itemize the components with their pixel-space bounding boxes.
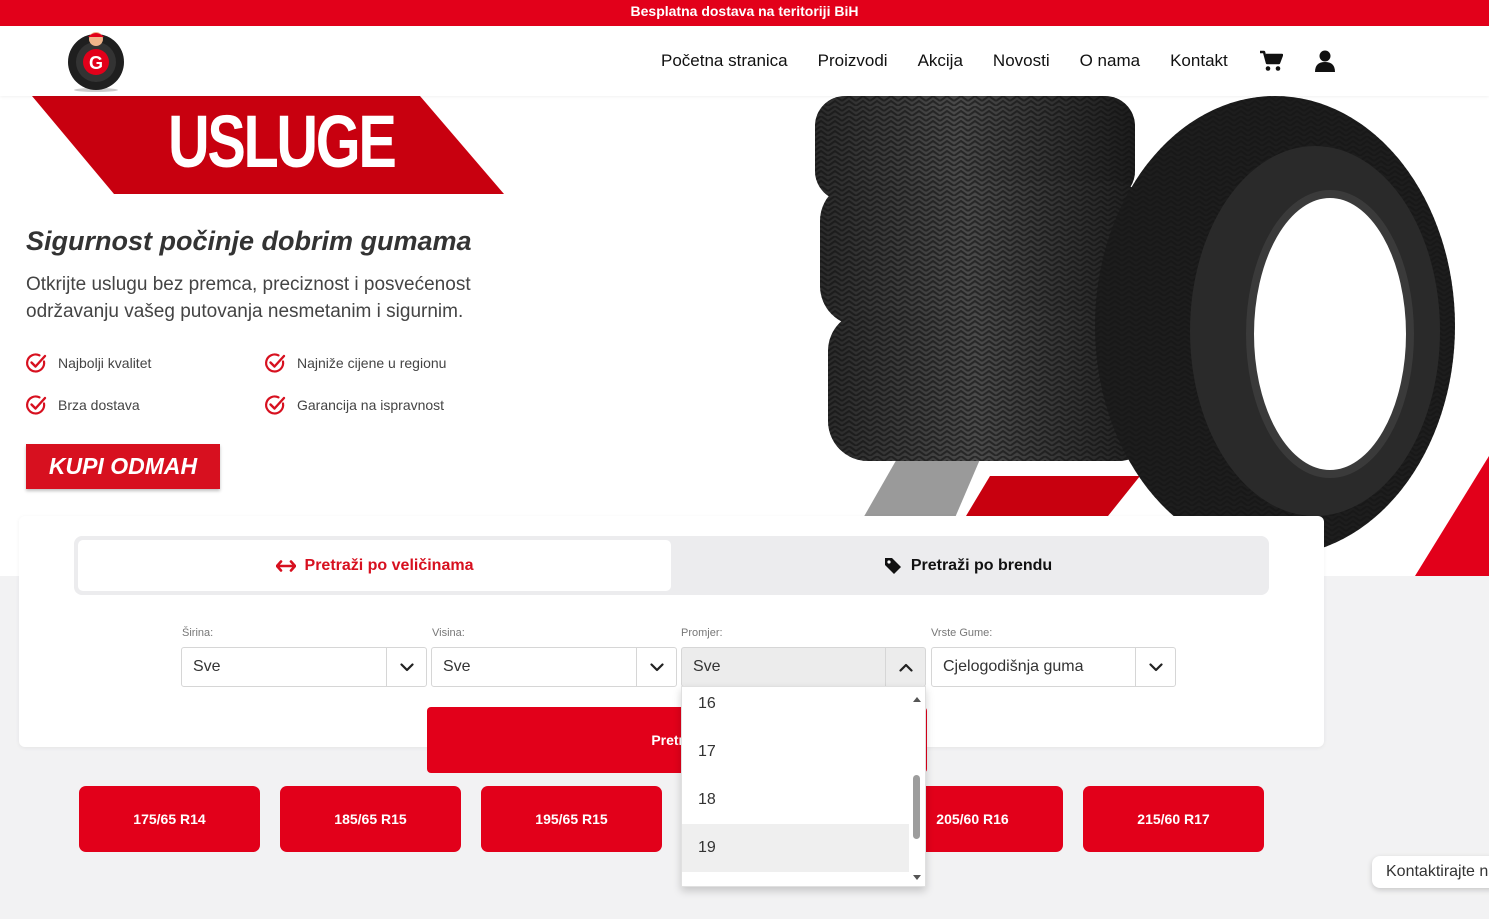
scrollbar-thumb[interactable] — [913, 775, 920, 839]
hero-banner-title: USLUGE — [168, 100, 397, 183]
feature-label: Garancija na ispravnost — [297, 397, 445, 413]
tab-label: Pretraži po brendu — [910, 556, 1053, 574]
feature-label: Najbolji kvalitet — [58, 355, 152, 371]
search-tabs: Pretraži po veličinama Pretraži po brend… — [74, 536, 1269, 595]
select-value: Sve — [693, 658, 721, 675]
hero-title: Sigurnost počinje dobrim gumama — [26, 226, 472, 256]
tab-search-by-size[interactable]: Pretraži po veličinama — [78, 540, 671, 591]
width-select[interactable]: Sve — [181, 647, 427, 687]
select-value: Sve — [193, 658, 221, 675]
chevron-down-icon[interactable] — [386, 648, 426, 686]
feature-item: Garancija na ispravnost — [264, 394, 444, 416]
scroll-down-icon[interactable] — [913, 875, 921, 880]
svg-text:G: G — [89, 53, 103, 73]
nav-proizvodi[interactable]: Proizvodi — [803, 51, 903, 71]
nav-pocetna[interactable]: Početna stranica — [646, 51, 803, 71]
size-chip[interactable]: 185/65 R15 — [280, 786, 461, 852]
nav-novosti[interactable]: Novosti — [978, 51, 1065, 71]
check-circle-icon — [26, 353, 47, 373]
select-value: Cjelogodišnja guma — [943, 658, 1084, 675]
chevron-up-icon[interactable] — [885, 648, 925, 686]
scroll-up-icon[interactable] — [913, 697, 921, 702]
tire-type-label: Vrste Gume: — [931, 627, 993, 639]
nav-akcija[interactable]: Akcija — [903, 51, 978, 71]
site-header: G Početna stranica Proizvodi Akcija Novo… — [0, 26, 1489, 96]
tire-type-select[interactable]: Cjelogodišnja guma — [931, 647, 1176, 687]
tires-image — [780, 96, 1489, 576]
hero-section: USLUGE Sigurnost počinje dobrim gumama O… — [0, 96, 1489, 576]
feature-label: Najniže cijene u regionu — [297, 355, 447, 371]
tag-icon — [884, 557, 901, 574]
chevron-down-icon[interactable] — [636, 648, 676, 686]
tab-label: Pretraži po veličinama — [304, 556, 474, 574]
feature-item: Najbolji kvalitet — [25, 352, 151, 374]
chevron-down-icon[interactable] — [1135, 648, 1175, 686]
main-nav: Početna stranica Proizvodi Akcija Novost… — [646, 26, 1345, 96]
select-value: Sve — [443, 658, 471, 675]
check-circle-icon — [265, 395, 286, 415]
diameter-dropdown-list[interactable]: 16 17 18 19 — [681, 686, 926, 887]
dropdown-option[interactable]: 17 — [682, 728, 911, 776]
hero-description: Otkrijte uslugu bez premca, preciznost i… — [26, 274, 471, 322]
user-icon[interactable] — [1305, 41, 1345, 81]
contact-chat-button[interactable]: Kontaktirajte nas — [1372, 856, 1489, 888]
height-label: Visina: — [432, 627, 465, 639]
check-circle-icon — [265, 353, 286, 373]
buy-now-button[interactable]: KUPI ODMAH — [26, 444, 220, 489]
width-label: Širina: — [182, 627, 214, 639]
tab-search-by-brand[interactable]: Pretraži po brendu — [671, 540, 1265, 591]
dropdown-option[interactable]: 18 — [682, 776, 911, 824]
size-chip[interactable]: 175/65 R14 — [79, 786, 260, 852]
dropdown-option[interactable]: 16 — [682, 687, 911, 728]
nav-kontakt[interactable]: Kontakt — [1155, 51, 1243, 71]
size-chip[interactable]: 195/65 R15 — [481, 786, 662, 852]
size-chip[interactable]: 215/60 R17 — [1083, 786, 1264, 852]
feature-label: Brza dostava — [58, 397, 140, 413]
diameter-label: Promjer: — [681, 627, 723, 639]
nav-o-nama[interactable]: O nama — [1065, 51, 1155, 71]
arrows-horizontal-icon — [275, 559, 296, 572]
height-select[interactable]: Sve — [431, 647, 677, 687]
dropdown-option-highlighted[interactable]: 19 — [682, 824, 911, 872]
diameter-select[interactable]: Sve — [681, 647, 926, 687]
feature-item: Najniže cijene u regionu — [264, 352, 446, 374]
cart-icon[interactable] — [1251, 41, 1291, 81]
check-circle-icon — [26, 395, 47, 415]
feature-item: Brza dostava — [25, 394, 140, 416]
free-shipping-banner: Besplatna dostava na teritoriji BiH — [0, 0, 1489, 26]
dropdown-scrollbar[interactable] — [909, 687, 925, 886]
site-logo[interactable]: G — [66, 30, 126, 92]
